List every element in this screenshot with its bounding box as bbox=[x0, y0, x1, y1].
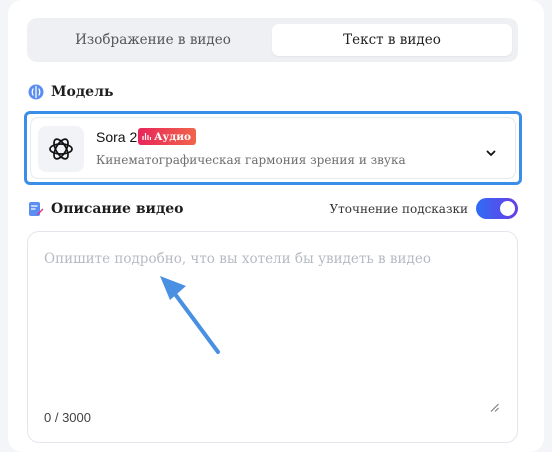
model-select-card[interactable]: Sora 2 Аудио Кинематографическая гармони… bbox=[30, 117, 516, 179]
resize-handle-icon[interactable] bbox=[490, 397, 499, 412]
tab-image-to-video[interactable]: Изображение в видео bbox=[33, 24, 273, 56]
chevron-down-icon[interactable] bbox=[485, 144, 497, 156]
audio-bars-icon bbox=[142, 131, 152, 143]
mode-switcher: Изображение в видео Текст в видео bbox=[27, 18, 518, 62]
model-select[interactable]: Sora 2 Аудио Кинематографическая гармони… bbox=[24, 111, 522, 185]
annotation-arrow-icon bbox=[160, 276, 220, 354]
brain-icon bbox=[28, 84, 44, 100]
description-section-title: Описание видео bbox=[51, 201, 184, 217]
openai-logo-icon bbox=[38, 126, 84, 172]
model-name: Sora 2 bbox=[96, 129, 138, 145]
model-description: Кинематографическая гармония зрения и зв… bbox=[96, 153, 406, 167]
prompt-refine-label: Уточнение подсказки bbox=[329, 201, 468, 216]
tab-text-to-video[interactable]: Текст в видео bbox=[272, 24, 512, 56]
character-counter: 0 / 3000 bbox=[44, 410, 91, 425]
edit-note-icon bbox=[28, 201, 44, 217]
description-section-header: Описание видео bbox=[28, 201, 184, 217]
toggle-knob bbox=[500, 201, 515, 216]
audio-badge-label: Аудио bbox=[154, 130, 192, 143]
audio-badge: Аудио bbox=[138, 128, 197, 145]
description-placeholder: Опишите подробно, что вы хотели бы увиде… bbox=[44, 251, 431, 267]
video-description-input[interactable]: Опишите подробно, что вы хотели бы увиде… bbox=[27, 231, 518, 443]
prompt-refine-control: Уточнение подсказки bbox=[329, 198, 518, 219]
model-section-title: Модель bbox=[51, 84, 114, 100]
model-section-header: Модель bbox=[28, 84, 113, 100]
prompt-refine-toggle[interactable] bbox=[476, 198, 518, 219]
